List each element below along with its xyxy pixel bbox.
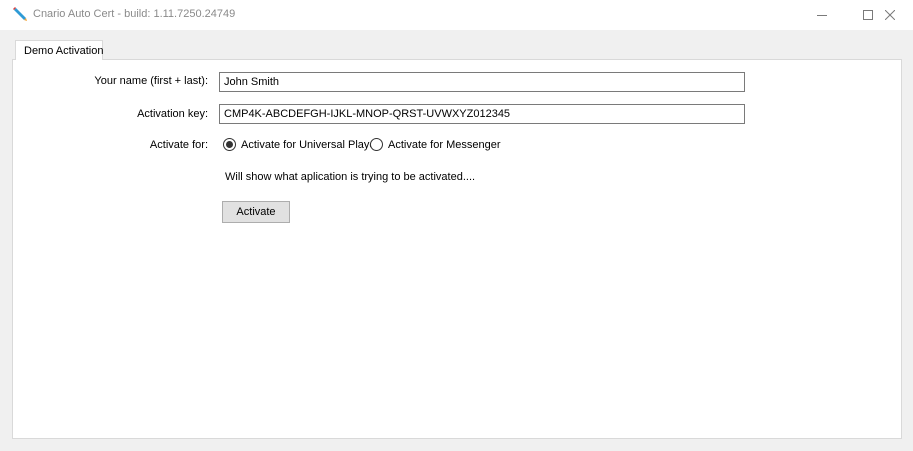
radio-messenger[interactable] <box>370 138 383 151</box>
status-text: Will show what aplication is trying to b… <box>225 171 476 183</box>
activate-for-label: Activate for: <box>149 139 208 151</box>
radio-selected-dot <box>226 141 233 148</box>
activation-key-label: Activation key: <box>137 108 208 120</box>
close-button[interactable] <box>867 0 913 30</box>
minimize-button[interactable] <box>799 0 845 30</box>
radio-messenger-label[interactable]: Activate for Messenger <box>388 139 501 151</box>
window-title: Cnario Auto Cert - build: 1.11.7250.2474… <box>33 8 236 20</box>
close-icon <box>885 10 895 20</box>
app-window: Cnario Auto Cert - build: 1.11.7250.2474… <box>0 0 913 451</box>
tab-label: Demo Activation <box>24 45 104 57</box>
minimize-icon <box>817 10 827 20</box>
title-bar[interactable]: Cnario Auto Cert - build: 1.11.7250.2474… <box>0 0 913 30</box>
radio-universal-player[interactable] <box>223 138 236 151</box>
activation-key-field[interactable] <box>219 104 745 124</box>
activate-button[interactable]: Activate <box>222 201 290 223</box>
tab-demo-activation[interactable]: Demo Activation <box>15 40 103 60</box>
name-label: Your name (first + last): <box>94 75 208 87</box>
name-field[interactable] <box>219 72 745 92</box>
pencil-icon <box>12 6 28 22</box>
radio-universal-player-label[interactable]: Activate for Universal Player <box>241 139 379 151</box>
